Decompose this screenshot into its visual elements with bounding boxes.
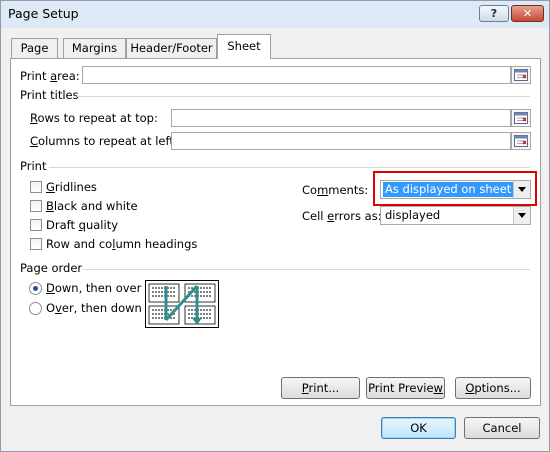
black-and-white-label[interactable]: Black and white	[46, 199, 138, 213]
page-order-diagram-icon	[145, 280, 219, 328]
print-divider	[49, 167, 530, 168]
black-and-white-checkbox[interactable]	[30, 200, 42, 212]
over-then-down-radio[interactable]	[29, 302, 42, 315]
close-button[interactable]: ✕	[511, 5, 544, 22]
print-area-collapse-button[interactable]	[511, 66, 531, 84]
page-order-divider	[83, 269, 530, 270]
down-then-over-label[interactable]: Down, then over	[46, 281, 141, 295]
print-titles-heading: Print titles	[20, 88, 79, 102]
gridlines-label[interactable]: Gridlines	[46, 180, 97, 194]
page-order-heading: Page order	[20, 261, 83, 275]
help-button[interactable]: ?	[479, 5, 509, 22]
print-button[interactable]: Print...	[281, 377, 360, 399]
rows-to-repeat-input[interactable]	[171, 109, 511, 127]
title-bar: Page Setup ? ✕	[1, 1, 549, 28]
comments-highlight-box	[373, 171, 537, 206]
comments-label: Comments:	[302, 183, 369, 197]
cell-errors-label: Cell errors as:	[302, 209, 382, 223]
print-area-input[interactable]	[82, 66, 511, 84]
columns-to-repeat-input[interactable]	[171, 132, 511, 150]
columns-collapse-button[interactable]	[511, 132, 531, 150]
dropdown-arrow-icon[interactable]	[513, 207, 530, 224]
page-setup-dialog: Page Setup ? ✕ Page Margins Header/Foote…	[0, 0, 550, 452]
columns-to-repeat-label: Columns to repeat at left:	[30, 134, 178, 148]
tab-header-footer[interactable]: Header/Footer	[126, 38, 217, 58]
options-button[interactable]: Options...	[455, 377, 531, 399]
print-heading: Print	[20, 159, 47, 173]
cell-errors-selected-value: displayed	[385, 208, 441, 222]
down-then-over-radio[interactable]	[29, 282, 42, 295]
window-title: Page Setup	[8, 6, 79, 21]
cancel-button[interactable]: Cancel	[464, 417, 540, 439]
print-titles-divider	[77, 96, 530, 97]
rows-collapse-button[interactable]	[511, 109, 531, 127]
draft-quality-checkbox[interactable]	[30, 219, 42, 231]
tab-page[interactable]: Page	[11, 38, 58, 58]
tab-margins[interactable]: Margins	[63, 38, 126, 58]
collapse-dialog-icon	[514, 69, 528, 81]
print-area-label: Print area:	[20, 69, 80, 83]
row-column-headings-label[interactable]: Row and column headings	[46, 237, 197, 251]
tab-sheet[interactable]: Sheet	[217, 34, 271, 59]
print-preview-button[interactable]: Print Preview	[366, 377, 445, 399]
over-then-down-label[interactable]: Over, then down	[46, 301, 142, 315]
rows-to-repeat-label: Rows to repeat at top:	[30, 111, 158, 125]
cell-errors-dropdown[interactable]: displayed	[380, 206, 531, 225]
gridlines-checkbox[interactable]	[30, 181, 42, 193]
row-column-headings-checkbox[interactable]	[30, 238, 42, 250]
collapse-dialog-icon	[514, 135, 528, 147]
ok-button[interactable]: OK	[381, 417, 456, 439]
collapse-dialog-icon	[514, 112, 528, 124]
draft-quality-label[interactable]: Draft quality	[46, 218, 118, 232]
